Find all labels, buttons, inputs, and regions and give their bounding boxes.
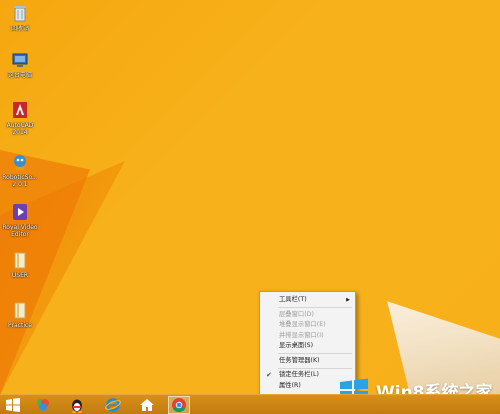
- desktop-icon-user-folder[interactable]: USER: [2, 250, 38, 279]
- home-icon: [140, 399, 154, 411]
- desktop-icon-label: USER: [11, 272, 29, 279]
- desktop-icon-recycle-bin[interactable]: 回收站: [2, 3, 38, 32]
- recycle-bin-icon: [14, 6, 26, 22]
- internet-explorer-icon: [105, 398, 121, 412]
- desktop-icon-royal-video-editor[interactable]: Royal Video Editor: [2, 202, 38, 238]
- folder-icon: [14, 302, 26, 319]
- menu-item-label: 显示桌面(S): [279, 342, 314, 349]
- colorful-app-icon: [37, 399, 49, 411]
- taskbar-app-home[interactable]: [136, 396, 158, 414]
- menu-item-label: 工具栏(T): [279, 296, 307, 303]
- taskbar-app-internet-explorer[interactable]: [102, 396, 124, 414]
- windows-start-icon: [6, 398, 20, 412]
- taskbar-app-colorful[interactable]: [32, 396, 54, 414]
- desktop-icon-roboticso[interactable]: RoboticSo... 2.0.1: [2, 152, 38, 188]
- robot-icon: [14, 155, 26, 170]
- menu-item-toolbars[interactable]: 工具栏(T) ▶: [260, 295, 355, 306]
- menu-item-label: 并排显示窗口(I): [279, 331, 324, 339]
- taskbar[interactable]: [0, 394, 500, 414]
- desktop[interactable]: 回收站 这台电脑 AutoCAD 2014 RoboticSo... 2.0.1: [0, 0, 500, 414]
- menu-item-show-desktop[interactable]: 显示桌面(S): [260, 341, 355, 352]
- start-button[interactable]: [2, 396, 24, 414]
- menu-item-cascade-windows[interactable]: 层叠窗口(D): [260, 310, 355, 321]
- menu-separator: [278, 353, 352, 354]
- desktop-icon-label-line2: 2.0.1: [12, 181, 28, 188]
- checkmark-icon: ✔: [266, 371, 272, 379]
- menu-separator: [278, 367, 352, 369]
- desktop-icon-this-pc[interactable]: 这台电脑: [2, 50, 38, 79]
- qq-penguin-icon: [72, 399, 82, 413]
- desktop-icon-label: 回收站: [10, 25, 29, 32]
- menu-item-label: 堆叠显示窗口(E): [279, 321, 326, 328]
- menu-item-label: 层叠窗口(D): [279, 310, 314, 318]
- desktop-icon-practice-folder[interactable]: Practice: [2, 300, 38, 329]
- autocad-icon: [13, 102, 27, 118]
- menu-item-task-manager[interactable]: 任务管理器(K): [260, 356, 355, 367]
- desktop-icon-label-line2: 2014: [12, 129, 28, 136]
- desktop-icon-label: Royal Video: [2, 224, 38, 231]
- menu-item-label: 任务管理器(K): [279, 356, 320, 364]
- taskbar-app-qq[interactable]: [66, 396, 88, 414]
- computer-icon: [12, 53, 28, 67]
- video-editor-icon: [13, 204, 27, 220]
- chrome-icon: [172, 398, 186, 412]
- menu-item-label: 属性(R): [279, 381, 301, 389]
- menu-item-label: 锁定任务栏(L): [279, 371, 319, 378]
- menu-separator: [278, 307, 352, 308]
- desktop-icon-label: RoboticSo...: [2, 174, 38, 181]
- desktop-icon-autocad[interactable]: AutoCAD 2014: [2, 100, 38, 136]
- menu-item-side-by-side-windows[interactable]: 并排显示窗口(I): [260, 331, 355, 342]
- desktop-icon-label-line2: Editor: [11, 231, 29, 238]
- folder-icon: [14, 252, 26, 269]
- desktop-icon-label: 这台电脑: [7, 72, 32, 79]
- desktop-icon-label: AutoCAD: [6, 122, 34, 129]
- submenu-arrow-icon: ▶: [346, 297, 350, 303]
- menu-item-stack-windows[interactable]: 堆叠显示窗口(E): [260, 320, 355, 331]
- desktop-icon-label: Practice: [8, 322, 32, 329]
- taskbar-app-chrome[interactable]: [168, 396, 190, 414]
